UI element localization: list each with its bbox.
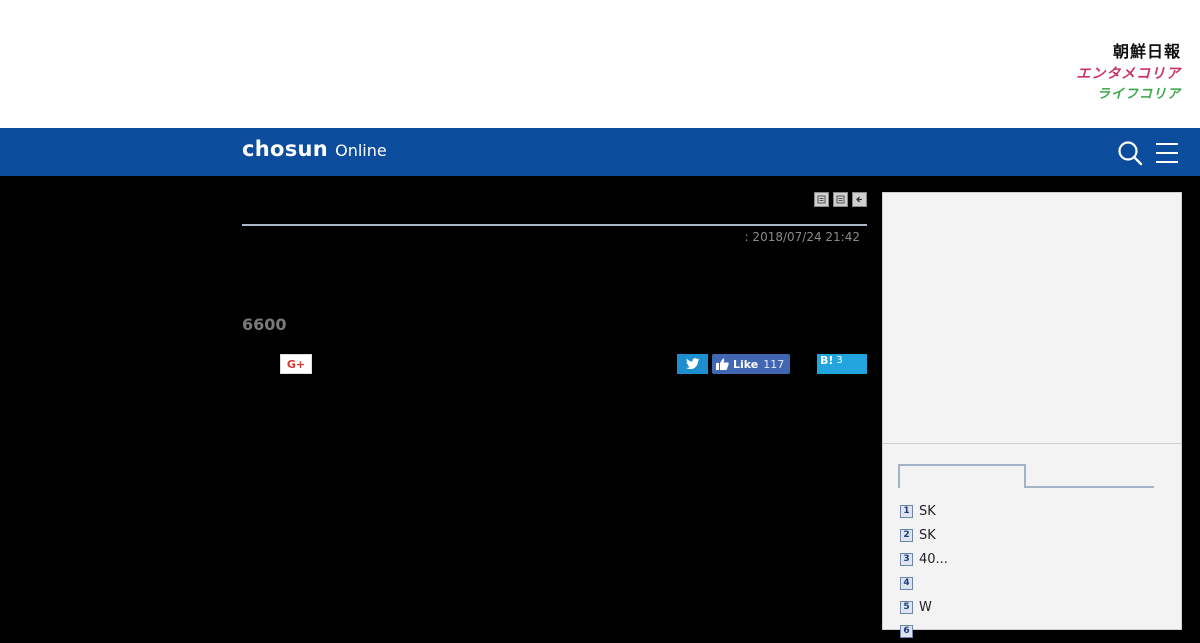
google-plus-icon: G+ (286, 357, 306, 371)
article-date: : 2018/07/24 21:42 (744, 230, 860, 244)
sidebar-ad-area (883, 193, 1181, 444)
google-plus-share-button[interactable]: G+ (280, 354, 312, 374)
site-navbar: chosun Online (0, 128, 1200, 176)
search-icon[interactable] (1117, 140, 1143, 166)
top-banner: 朝鮮日報 エンタメコリア ライフコリア (0, 0, 1200, 128)
list-item[interactable]: 3 40... (900, 547, 948, 571)
rank-number: 4 (900, 576, 913, 590)
rank-number: 1 (900, 504, 913, 518)
rank-title: SK (919, 527, 936, 543)
list-item[interactable]: 6 (900, 619, 948, 643)
twitter-share-button[interactable] (677, 354, 708, 374)
rank-title: W (919, 599, 932, 615)
rank-title: SK (919, 503, 936, 519)
ranking-tab-inactive[interactable] (1026, 486, 1154, 488)
site-logo[interactable]: chosun Online (242, 137, 387, 161)
thumbs-up-icon (716, 358, 729, 370)
sidebar: 1 SK 2 SK 3 40... 4 5W 6 (882, 192, 1182, 638)
hatena-count: 3 (836, 355, 843, 366)
hatena-icon: B! (820, 354, 834, 367)
life-korea-link[interactable]: ライフコリア (1076, 88, 1181, 101)
article-divider (242, 224, 867, 226)
ranking-tabs (898, 464, 1154, 488)
ranking-list: 1 SK 2 SK 3 40... 4 5W 6 (900, 499, 948, 643)
like-count: 117 (763, 357, 785, 371)
list-item[interactable]: 5W (900, 595, 948, 619)
list-item[interactable]: 2 SK (900, 523, 948, 547)
article-headline: 6600 (242, 315, 287, 334)
rank-number: 3 (900, 552, 913, 566)
article-tools (814, 192, 867, 207)
like-label: Like (733, 357, 759, 371)
logo-main-text: chosun (242, 137, 329, 161)
facebook-like-button[interactable]: Like 117 (712, 354, 791, 374)
entame-korea-link[interactable]: エンタメコリア (1076, 67, 1181, 81)
rank-number: 2 (900, 528, 913, 542)
hamburger-menu-icon[interactable] (1154, 141, 1180, 165)
logo-sub-text: Online (335, 141, 387, 160)
hatena-bookmark-button[interactable]: B! 3 (817, 354, 867, 374)
rank-number: 6 (900, 624, 913, 638)
twitter-icon (685, 358, 699, 370)
print-icon[interactable] (814, 192, 829, 207)
ranking-tab-active[interactable] (898, 464, 1026, 488)
brand-links: 朝鮮日報 エンタメコリア ライフコリア (1076, 44, 1181, 102)
list-item[interactable]: 4 (900, 571, 948, 595)
chosun-ilbo-link[interactable]: 朝鮮日報 (1076, 44, 1181, 60)
back-icon[interactable] (852, 192, 867, 207)
list-item[interactable]: 1 SK (900, 499, 948, 523)
rank-title: 40... (919, 551, 948, 567)
text-size-icon[interactable] (833, 192, 848, 207)
rank-number: 5 (900, 600, 913, 614)
